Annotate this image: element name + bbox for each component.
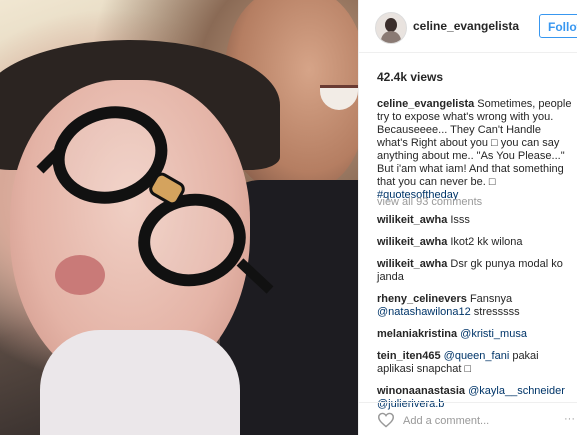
comment-text: Ikot2 kk wilona [447, 236, 523, 248]
post-header: celine_evangelista Follow [359, 0, 577, 53]
post-media[interactable] [0, 0, 358, 435]
comment-footer: Add a comment... ··· [359, 402, 577, 436]
comment-username[interactable]: winonaanastasia [377, 385, 465, 397]
comment-item: wilikeit_awha Dsr gk punya modal ko jand… [377, 258, 573, 284]
follow-button[interactable]: Follow [539, 14, 577, 38]
comment-item: rheny_celinevers Fansnya @natashawilona1… [377, 293, 573, 319]
comment-username[interactable]: tein_iten465 [377, 350, 441, 362]
view-all-comments-link[interactable]: view all 93 comments [377, 196, 482, 208]
comment-mention[interactable]: @kayla__schneider [468, 385, 565, 397]
post-caption: celine_evangelista Sometimes, people try… [377, 98, 573, 202]
heart-icon[interactable] [377, 412, 395, 428]
comment-item: wilikeit_awha Ikot2 kk wilona [377, 236, 573, 249]
more-options-icon[interactable]: ··· [564, 413, 575, 425]
avatar[interactable] [375, 12, 407, 44]
comment-username[interactable]: wilikeit_awha [377, 236, 447, 248]
comment-username[interactable]: melaniakristina [377, 328, 457, 340]
post-sidebar: celine_evangelista Follow 42.4k views ce… [358, 0, 577, 435]
comment-mention[interactable]: @natashawilona12 [377, 306, 471, 318]
comment-username[interactable]: wilikeit_awha [377, 258, 447, 270]
view-count: 42.4k views [377, 70, 444, 84]
comment-username[interactable]: wilikeit_awha [377, 214, 447, 226]
comment-list: wilikeit_awha Isss wilikeit_awha Ikot2 k… [377, 214, 573, 420]
caption-text: Sometimes, people try to expose what's w… [377, 98, 572, 188]
comment-text: Fansnya [466, 293, 513, 305]
comment-text: Isss [447, 214, 470, 226]
comment-mention[interactable]: @queen_fani [444, 350, 510, 362]
glasses-filter-icon [36, 106, 274, 294]
comment-item: tein_iten465 @queen_fani pakai aplikasi … [377, 350, 573, 376]
header-username[interactable]: celine_evangelista [413, 19, 519, 33]
comment-username[interactable]: rheny_celinevers [377, 293, 467, 305]
comment-item: wilikeit_awha Isss [377, 214, 573, 227]
caption-username[interactable]: celine_evangelista [377, 98, 474, 110]
add-comment-input[interactable]: Add a comment... [403, 415, 489, 427]
comment-item: melaniakristina @kristi_musa [377, 328, 573, 341]
comment-text-after: stresssss [470, 306, 520, 318]
comment-mention[interactable]: @kristi_musa [460, 328, 527, 340]
